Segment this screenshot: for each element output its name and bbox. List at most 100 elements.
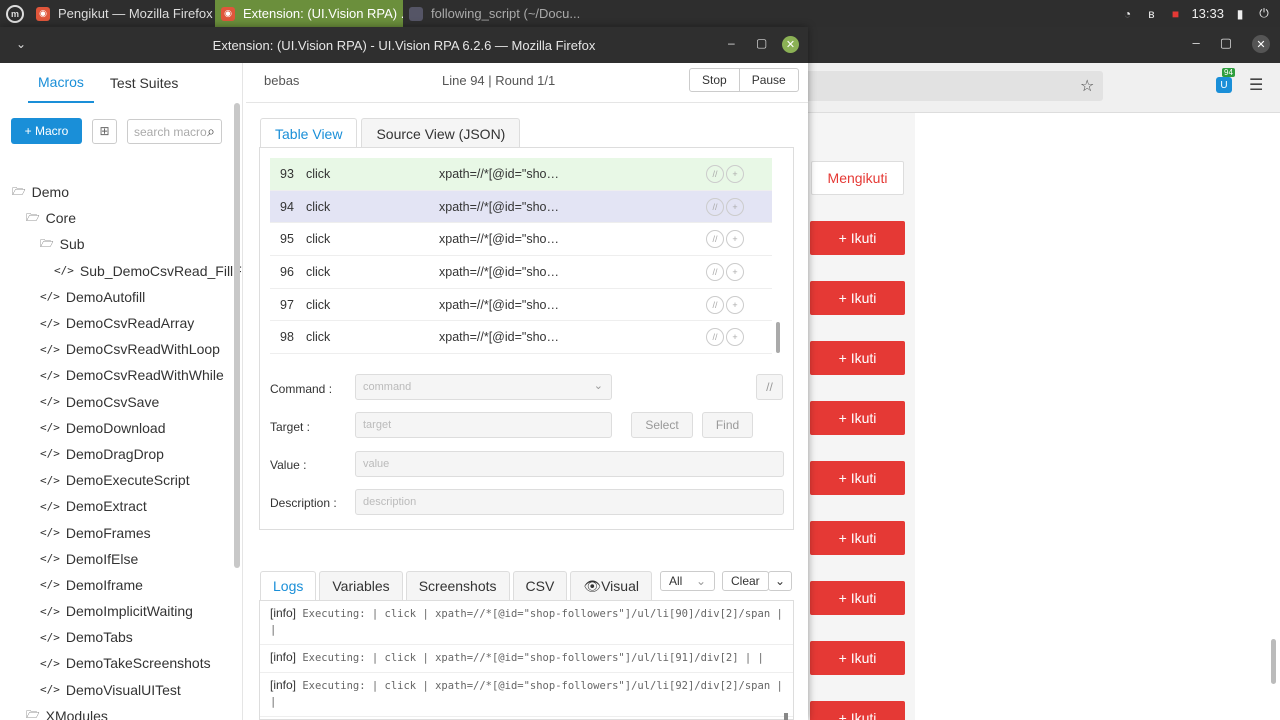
- row-actions: //+: [706, 262, 744, 281]
- tree-macro[interactable]: </> DemoExecuteScript: [0, 467, 236, 493]
- follow-button[interactable]: + Ikuti: [810, 281, 905, 315]
- insert-row-icon[interactable]: +: [726, 197, 744, 216]
- collapse-logs-button[interactable]: ⌄: [768, 571, 793, 591]
- follow-button[interactable]: + Ikuti: [810, 701, 905, 720]
- tab-test-suites[interactable]: Test Suites: [100, 63, 188, 103]
- mint-menu-icon[interactable]: m: [0, 0, 30, 27]
- close-icon[interactable]: ✕: [782, 36, 799, 53]
- tab-logs[interactable]: Logs: [260, 571, 317, 600]
- power-icon[interactable]: ⏻: [1256, 6, 1272, 21]
- command-row[interactable]: 97 click xpath=//*[@id="sho… //+: [270, 289, 772, 322]
- log-scrollbar[interactable]: [784, 713, 788, 720]
- tab-screenshots[interactable]: Screenshots: [405, 571, 510, 600]
- tree-macro[interactable]: </> DemoCsvReadArray: [0, 310, 236, 336]
- task-following-script[interactable]: following_script (~/Docu...: [403, 0, 593, 27]
- tree-macro[interactable]: </> DemoCsvReadWithLoop: [0, 336, 236, 362]
- maximize-icon[interactable]: ▢: [1220, 35, 1232, 53]
- comment-toggle-button[interactable]: //: [756, 374, 783, 400]
- tree-macro[interactable]: </> DemoExtract: [0, 493, 236, 519]
- tree-macro[interactable]: </> DemoVisualUITest: [0, 677, 236, 703]
- log-filter-select[interactable]: All ⌄: [660, 571, 715, 591]
- tab-table-view[interactable]: Table View: [260, 118, 358, 148]
- pause-button[interactable]: Pause: [738, 69, 798, 91]
- tree-macro[interactable]: </> DemoTabs: [0, 624, 236, 650]
- follow-button[interactable]: + Ikuti: [810, 521, 905, 555]
- comment-out-icon[interactable]: //: [706, 197, 724, 216]
- tree-macro[interactable]: </> DemoCsvReadWithWhile: [0, 362, 236, 388]
- sidebar-scrollbar[interactable]: [234, 103, 240, 568]
- minimize-icon[interactable]: –: [1192, 35, 1199, 53]
- follow-button[interactable]: + Ikuti: [810, 401, 905, 435]
- clear-logs-button[interactable]: Clear: [722, 571, 769, 591]
- target-input[interactable]: target: [355, 412, 612, 438]
- task-uivision[interactable]: ◉ Extension: (UI.Vision RPA) ...: [215, 0, 403, 27]
- tree-macro[interactable]: </> DemoDownload: [0, 415, 236, 441]
- comment-out-icon[interactable]: //: [706, 295, 724, 314]
- follow-button[interactable]: + Ikuti: [810, 581, 905, 615]
- insert-row-icon[interactable]: +: [726, 295, 744, 314]
- hamburger-menu-icon[interactable]: ☰: [1249, 75, 1263, 95]
- bookmark-star-icon[interactable]: ☆: [1080, 76, 1094, 96]
- stop-button[interactable]: Stop: [690, 69, 739, 91]
- tab-csv[interactable]: CSV: [512, 571, 568, 600]
- task-firefox-pengikut[interactable]: ◉ Pengikut — Mozilla Firefox: [30, 0, 215, 27]
- tree-macro[interactable]: </> Sub_DemoCsvRead_FillForm: [0, 258, 242, 284]
- bg-scrollbar[interactable]: [1271, 639, 1276, 684]
- following-button[interactable]: Mengikuti: [811, 161, 904, 195]
- insert-row-icon[interactable]: +: [726, 262, 744, 281]
- bluetooth-icon[interactable]: ʙ: [1143, 7, 1159, 21]
- comment-out-icon[interactable]: //: [706, 328, 724, 347]
- minimize-icon[interactable]: –: [728, 36, 735, 50]
- tab-variables[interactable]: Variables: [319, 571, 403, 600]
- tree-macro[interactable]: </> DemoAutofill: [0, 284, 236, 310]
- row-command: click: [306, 330, 331, 345]
- window-menu-icon[interactable]: ⌄: [16, 37, 26, 51]
- value-input[interactable]: value: [355, 451, 784, 477]
- command-row[interactable]: 94 click xpath=//*[@id="sho… //+: [270, 190, 772, 224]
- tree-macro[interactable]: </> DemoTakeScreenshots: [0, 650, 236, 676]
- wifi-icon[interactable]: ◔: [1119, 7, 1135, 21]
- maximize-icon[interactable]: ▢: [756, 36, 767, 50]
- add-folder-icon[interactable]: ⊞: [92, 118, 117, 144]
- command-select[interactable]: command ⌄: [355, 374, 612, 400]
- uivision-extension-icon[interactable]: U: [1216, 77, 1232, 93]
- tree-macro[interactable]: </> DemoIfElse: [0, 546, 236, 572]
- comment-out-icon[interactable]: //: [706, 164, 724, 183]
- find-button[interactable]: Find: [702, 412, 753, 438]
- tree-macro[interactable]: </> DemoIframe: [0, 572, 236, 598]
- tree-folder[interactable]: 🗁 Sub: [0, 231, 236, 257]
- tab-source-view[interactable]: Source View (JSON): [361, 118, 521, 148]
- tree-folder[interactable]: 🗁 Demo: [0, 179, 236, 205]
- insert-row-icon[interactable]: +: [726, 164, 744, 183]
- select-button[interactable]: Select: [631, 412, 693, 438]
- tree-macro[interactable]: </> DemoImplicitWaiting: [0, 598, 236, 624]
- close-icon[interactable]: ✕: [1252, 35, 1270, 53]
- tree-macro[interactable]: </> DemoDragDrop: [0, 441, 236, 467]
- follow-button[interactable]: + Ikuti: [810, 341, 905, 375]
- follow-button[interactable]: + Ikuti: [810, 641, 905, 675]
- follow-button[interactable]: + Ikuti: [810, 461, 905, 495]
- tree-folder[interactable]: 🗁 XModules: [0, 703, 236, 720]
- tree-folder[interactable]: 🗁 Core: [0, 205, 236, 231]
- comment-out-icon[interactable]: //: [706, 262, 724, 281]
- table-scrollbar[interactable]: [776, 322, 780, 353]
- tab-macros[interactable]: Macros: [28, 63, 94, 103]
- insert-row-icon[interactable]: +: [726, 328, 744, 347]
- bg-url-bar[interactable]: [805, 71, 1103, 101]
- command-row[interactable]: 95 click xpath=//*[@id="sho… //+: [270, 223, 772, 257]
- search-input[interactable]: search macro ⌕: [127, 118, 222, 144]
- command-row[interactable]: 98 click xpath=//*[@id="sho… //+: [270, 321, 772, 355]
- comment-out-icon[interactable]: //: [706, 230, 724, 249]
- battery-icon[interactable]: ▮: [1232, 7, 1248, 21]
- tree-macro[interactable]: </> DemoCsvSave: [0, 389, 236, 415]
- insert-row-icon[interactable]: +: [726, 230, 744, 249]
- follow-button[interactable]: + Ikuti: [810, 221, 905, 255]
- clock[interactable]: 13:33: [1191, 6, 1224, 21]
- record-icon[interactable]: ■: [1167, 7, 1183, 21]
- command-row[interactable]: 96 click xpath=//*[@id="sho… //+: [270, 256, 772, 289]
- description-input[interactable]: description: [355, 489, 784, 515]
- add-macro-button[interactable]: + Macro: [11, 118, 82, 144]
- tree-macro[interactable]: </> DemoFrames: [0, 519, 236, 545]
- tab-visual[interactable]: 👁Visual: [570, 571, 652, 600]
- command-row[interactable]: 93 click xpath=//*[@id="sho… //+: [270, 158, 772, 191]
